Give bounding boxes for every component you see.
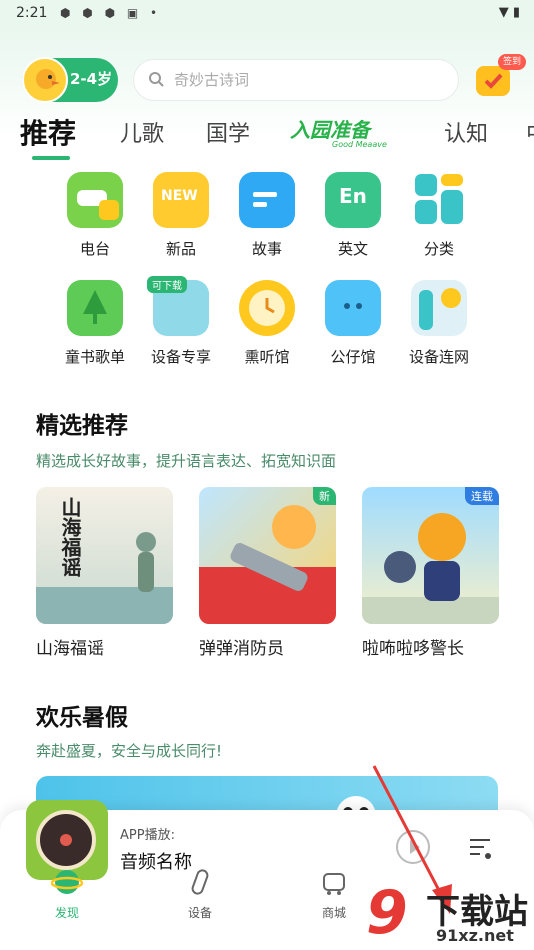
playlist-icon[interactable] <box>468 834 496 862</box>
new-tag: NEW <box>161 188 198 204</box>
tab-more[interactable]: 中 <box>526 116 534 148</box>
nav-mall[interactable]: 商城 <box>299 866 369 921</box>
new-icon: NEW <box>153 172 209 228</box>
avatar[interactable] <box>22 57 68 103</box>
status-wifi-battery-icon: ▼ ▮ <box>498 5 520 20</box>
device-icon <box>191 869 209 895</box>
featured-card[interactable]: 新 弹弹消防员 <box>199 487 336 659</box>
duck-icon <box>36 69 60 89</box>
grid-item-english[interactable]: En 英文 <box>308 172 398 259</box>
status-bar: 2:21 ⬢ ⬢ ⬢ ▣ • ▼ ▮ <box>0 0 534 28</box>
featured-card[interactable]: 连载 啦咘啦哆警长 <box>362 487 499 659</box>
grid-label: 熏听馆 <box>244 348 290 366</box>
nav-label: 发现 <box>54 906 79 920</box>
grid-item-kids-booklist[interactable]: 童书歌单 <box>50 280 140 367</box>
tab-preschool-prep-label: 入园准备 <box>290 118 370 142</box>
search-placeholder: 奇妙古诗词 <box>174 71 250 89</box>
checkin-calendar-icon <box>476 66 510 96</box>
wifi-device-icon <box>411 280 467 336</box>
grid-label: 分类 <box>423 240 454 258</box>
featured-card[interactable]: 山海福谣 山海福谣 <box>36 487 173 659</box>
grid-item-listening-hall[interactable]: 熏听馆 <box>222 280 312 367</box>
tab-guoxue[interactable]: 国学 <box>206 116 250 148</box>
nav-label: 商城 <box>321 906 346 920</box>
story-book-icon <box>239 172 295 228</box>
cart-icon <box>323 873 345 895</box>
grid-item-story[interactable]: 故事 <box>222 172 312 259</box>
card-cover-image: 新 <box>199 487 336 624</box>
status-notification-icons: ⬢ ⬢ ⬢ ▣ • <box>60 6 162 20</box>
watermark-url: 91xz.net <box>436 926 514 945</box>
download-tag: 可下载 <box>147 276 187 293</box>
tab-recommend[interactable]: 推荐 <box>20 112 76 152</box>
summer-title: 欢乐暑假 <box>36 705 128 731</box>
grid-item-device-network[interactable]: 设备连网 <box>394 280 484 367</box>
summer-subtitle: 奔赴盛夏，安全与成长同行! <box>36 742 223 760</box>
grid-item-radio[interactable]: 电台 <box>50 172 140 259</box>
grid-item-device-exclusive[interactable]: 可下载 设备专享 <box>136 276 226 367</box>
card-title: 啦咘啦哆警长 <box>362 639 464 659</box>
tab-preschool-prep-sub: Good Meaave <box>332 140 387 149</box>
card-cover-image: 山海福谣 <box>36 487 173 624</box>
grid-label: 英文 <box>337 240 368 258</box>
grid-label: 公仔馆 <box>330 348 376 366</box>
record-disc-icon <box>36 810 96 870</box>
tab-preschool-prep[interactable]: 入园准备 Good Meaave <box>290 114 387 149</box>
radio-icon <box>67 172 123 228</box>
checkin-button[interactable]: 签到 <box>474 54 526 98</box>
grid-label: 童书歌单 <box>64 348 125 366</box>
grid-item-category[interactable]: 分类 <box>394 172 484 259</box>
tab-cognition[interactable]: 认知 <box>444 116 488 148</box>
card-title: 山海福谣 <box>36 639 104 659</box>
category-tabs: 推荐 儿歌 国学 入园准备 Good Meaave 认知 中 <box>0 108 534 164</box>
english-tag: En <box>339 184 367 208</box>
nav-discover[interactable]: 发现 <box>32 866 102 921</box>
category-icon <box>411 172 467 228</box>
grid-item-doll-hall[interactable]: 公仔馆 <box>308 280 398 367</box>
search-icon <box>149 72 164 87</box>
checkin-tag: 签到 <box>498 54 526 70</box>
featured-subtitle: 精选成长好故事，提升语言表达、拓宽知识面 <box>36 452 337 470</box>
nav-device[interactable]: 设备 <box>165 866 235 921</box>
device-exclusive-icon: 可下载 <box>147 276 209 336</box>
tab-songs[interactable]: 儿歌 <box>120 116 164 148</box>
nav-label: 设备 <box>187 906 212 920</box>
card-cover-image: 连载 <box>362 487 499 624</box>
age-label: 2-4岁 <box>70 70 113 88</box>
app-header: 2-4岁 奇妙古诗词 签到 推荐 儿歌 国学 入园准备 Good Meaave … <box>0 28 534 160</box>
card-badge: 新 <box>313 487 336 505</box>
grid-label: 电台 <box>79 240 110 258</box>
watermark: 9 下载站 91xz.net <box>366 878 534 950</box>
grid-label: 故事 <box>251 240 282 258</box>
clock-icon <box>239 280 295 336</box>
english-icon: En <box>325 172 381 228</box>
featured-title: 精选推荐 <box>36 413 128 439</box>
planet-icon <box>50 870 84 894</box>
doll-icon <box>325 280 381 336</box>
player-source: APP播放: <box>120 828 175 843</box>
search-input[interactable]: 奇妙古诗词 <box>134 60 458 100</box>
card-title: 弹弹消防员 <box>199 639 284 659</box>
active-tab-indicator <box>32 156 70 160</box>
grid-label: 设备连网 <box>408 348 469 366</box>
watermark-logo: 9 <box>366 878 408 948</box>
grid-label: 设备专享 <box>150 348 211 366</box>
grid-label: 新品 <box>165 240 196 258</box>
card-badge: 连载 <box>465 487 499 505</box>
status-time: 2:21 <box>16 5 48 21</box>
tree-icon <box>67 280 123 336</box>
grid-item-new[interactable]: NEW 新品 <box>136 172 226 259</box>
